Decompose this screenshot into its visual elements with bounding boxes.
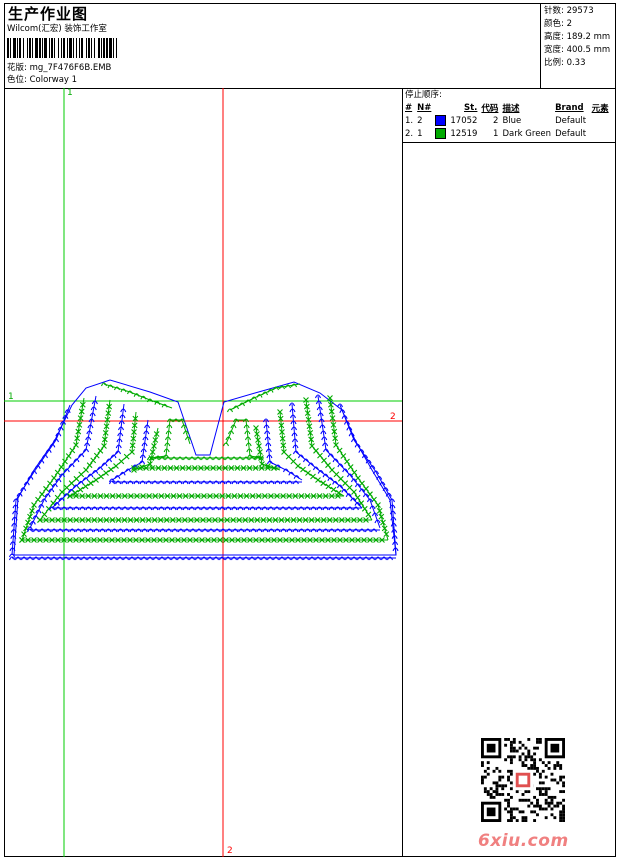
red-vertical-label: 2 [227,846,233,856]
watermark-site-text: 6xiu.com [478,831,569,851]
red-horizontal-label: 2 [390,412,396,422]
qr-code-image [481,738,565,822]
embroidery-design-canvas [4,88,402,857]
green-vertical-label: 1 [67,88,73,98]
green-horizontal-label: 1 [8,392,14,402]
